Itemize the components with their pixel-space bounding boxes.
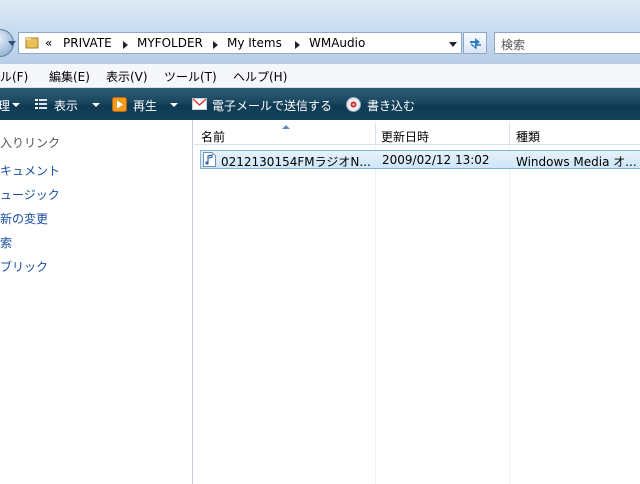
search-input[interactable]: 検索 — [494, 32, 640, 54]
file-list: 名前 更新日時 種類 0212130154FMラジオN... 2009/02/1… — [194, 120, 640, 484]
folder-icon — [25, 37, 39, 49]
sort-ascending-icon — [282, 125, 290, 129]
header-divider[interactable] — [375, 124, 376, 144]
nav-link-documents[interactable]: キュメント — [0, 162, 60, 179]
breadcrumb-private[interactable]: PRIVATE — [63, 36, 112, 50]
nav-link-searches[interactable]: 索 — [0, 234, 12, 251]
column-divider — [509, 120, 510, 484]
file-modified: 2009/02/12 13:02 — [382, 153, 490, 167]
menu-help[interactable]: ヘルプ(H) — [233, 68, 287, 85]
menu-file[interactable]: ル(F) — [0, 68, 28, 85]
menu-bar: ル(F) 編集(E) 表示(V) ツール(T) ヘルプ(H) — [0, 64, 640, 88]
email-button[interactable]: 電子メールで送信する — [212, 97, 332, 114]
file-row[interactable]: 0212130154FMラジオN... 2009/02/12 13:02 Win… — [200, 150, 640, 169]
breadcrumb-my-items[interactable]: My Items — [227, 36, 282, 50]
nav-link-public[interactable]: ブリック — [0, 258, 48, 275]
column-header-modified[interactable]: 更新日時 — [381, 128, 429, 145]
burn-button[interactable]: 書き込む — [367, 97, 415, 114]
email-icon — [192, 98, 207, 110]
search-placeholder: 検索 — [501, 38, 526, 52]
column-divider — [375, 120, 376, 484]
column-header-name[interactable]: 名前 — [201, 128, 225, 145]
organize-button[interactable]: 理 — [0, 97, 10, 114]
nav-link-recent-changes[interactable]: 新の変更 — [0, 210, 48, 227]
favorite-links-header: 入りリンク — [0, 136, 61, 150]
views-button[interactable]: 表示 — [54, 97, 78, 114]
organize-dropdown-icon[interactable] — [12, 103, 20, 107]
breadcrumb-separator-icon[interactable] — [295, 41, 300, 49]
menu-edit[interactable]: 編集(E) — [49, 68, 90, 85]
navigation-pane: 入りリンク キュメント ュージック 新の変更 索 ブリック — [0, 120, 193, 484]
address-box[interactable]: « PRIVATE MYFOLDER My Items WMAudio — [18, 32, 462, 54]
breadcrumb-separator-icon[interactable] — [213, 41, 218, 49]
file-type: Windows Media オ... — [516, 155, 637, 169]
address-bar-area: « PRIVATE MYFOLDER My Items WMAudio 検索 — [0, 0, 640, 64]
play-dropdown-icon[interactable] — [170, 103, 178, 107]
breadcrumb-wmaudio[interactable]: WMAudio — [309, 36, 365, 50]
breadcrumb-myfolder[interactable]: MYFOLDER — [137, 36, 203, 50]
burn-icon — [346, 97, 361, 112]
menu-view[interactable]: 表示(V) — [106, 68, 148, 85]
file-name: 0212130154FMラジオN... — [221, 155, 371, 169]
refresh-icon — [470, 38, 481, 50]
play-icon — [112, 97, 127, 112]
views-icon — [35, 99, 47, 109]
address-dropdown-icon[interactable] — [449, 42, 457, 47]
play-button[interactable]: 再生 — [133, 97, 157, 114]
views-dropdown-icon[interactable] — [92, 103, 100, 107]
recent-pages-dropdown-icon[interactable] — [8, 41, 16, 46]
nav-link-music[interactable]: ュージック — [0, 186, 60, 203]
column-header-type[interactable]: 種類 — [516, 128, 540, 145]
breadcrumb-overflow[interactable]: « — [45, 36, 52, 50]
command-bar: 理 表示 再生 電子メールで送信する 書き込む — [0, 88, 640, 120]
audio-file-icon — [203, 152, 216, 167]
column-header-row: 名前 更新日時 種類 — [194, 124, 640, 145]
refresh-button[interactable] — [463, 32, 487, 54]
header-divider[interactable] — [509, 124, 510, 144]
menu-tools[interactable]: ツール(T) — [164, 68, 217, 85]
breadcrumb-separator-icon[interactable] — [123, 41, 128, 49]
